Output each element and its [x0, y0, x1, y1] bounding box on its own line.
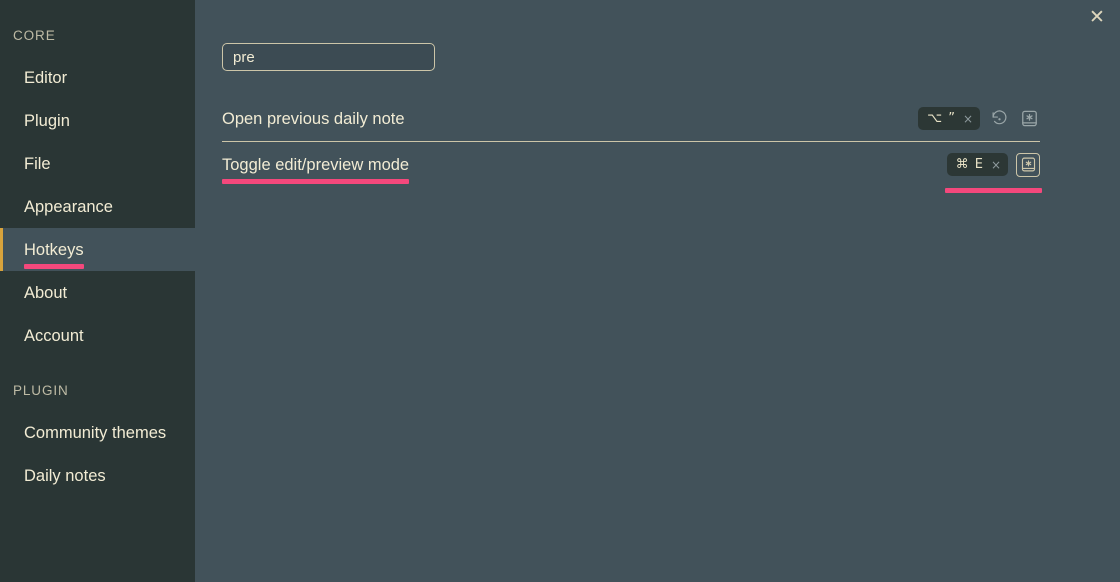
sidebar-section-core: CORE Editor Plugin File Appearance Hotke… — [0, 28, 195, 357]
sidebar-item-label: File — [24, 154, 51, 173]
sidebar-item-editor[interactable]: Editor — [0, 56, 195, 99]
sidebar-item-label: Hotkeys — [24, 240, 84, 269]
hotkey-row: Open previous daily note ⌥ ” × — [222, 96, 1040, 142]
sidebar-section-plugin: PLUGIN Community themes Daily notes — [0, 383, 195, 497]
search-input[interactable] — [222, 43, 435, 71]
settings-main-panel: ✕ Open previous daily note ⌥ ” × — [195, 0, 1120, 582]
annotation-underline — [944, 187, 1042, 193]
hotkey-command-name: Open previous daily note — [222, 109, 405, 128]
sidebar-item-label: Editor — [24, 68, 68, 87]
close-icon-glyph: ✕ — [1089, 5, 1105, 28]
hotkey-controls: ⌥ ” × — [918, 107, 1040, 130]
sidebar-item-daily-notes[interactable]: Daily notes — [0, 454, 195, 497]
hotkey-list: Open previous daily note ⌥ ” × Toggle ed… — [222, 96, 1042, 193]
restore-default-icon[interactable] — [988, 108, 1010, 130]
sidebar-item-label: About — [24, 283, 68, 302]
settings-sidebar: CORE Editor Plugin File Appearance Hotke… — [0, 0, 195, 582]
sidebar-item-plugin[interactable]: Plugin — [0, 99, 195, 142]
remove-binding-icon[interactable]: × — [963, 113, 973, 125]
sidebar-item-account[interactable]: Account — [0, 314, 195, 357]
hotkey-controls: ⌘ E × — [944, 152, 1042, 193]
sidebar-item-hotkeys[interactable]: Hotkeys — [0, 228, 195, 271]
record-hotkey-icon[interactable] — [1016, 152, 1040, 177]
record-hotkey-icon[interactable] — [1018, 108, 1040, 130]
sidebar-section-spacer — [0, 357, 195, 383]
sidebar-section-label-plugin: PLUGIN — [13, 383, 69, 398]
hotkey-command-name: Toggle edit/preview mode — [222, 155, 410, 184]
sidebar-item-label: Daily notes — [24, 466, 106, 485]
hotkey-row: Toggle edit/preview mode ⌘ E × — [222, 142, 1042, 193]
hotkey-binding-keys: ⌥ ” — [927, 111, 956, 126]
sidebar-item-file[interactable]: File — [0, 142, 195, 185]
sidebar-section-label-core: CORE — [13, 28, 56, 43]
sidebar-item-about[interactable]: About — [0, 271, 195, 314]
settings-window: CORE Editor Plugin File Appearance Hotke… — [0, 0, 1120, 582]
remove-binding-icon[interactable]: × — [991, 159, 1001, 171]
sidebar-item-appearance[interactable]: Appearance — [0, 185, 195, 228]
close-icon[interactable]: ✕ — [1083, 3, 1111, 31]
sidebar-item-label: Account — [24, 326, 84, 345]
hotkey-binding-badge[interactable]: ⌥ ” × — [918, 107, 980, 130]
sidebar-item-label: Plugin — [24, 111, 70, 130]
sidebar-item-label: Appearance — [24, 197, 113, 216]
hotkey-binding-badge[interactable]: ⌘ E × — [946, 153, 1008, 176]
sidebar-item-label: Community themes — [24, 423, 167, 442]
hotkeys-settings-content: Open previous daily note ⌥ ” × — [222, 43, 1042, 193]
sidebar-item-community-themes[interactable]: Community themes — [0, 411, 195, 454]
hotkey-binding-keys: ⌘ E — [955, 157, 984, 172]
